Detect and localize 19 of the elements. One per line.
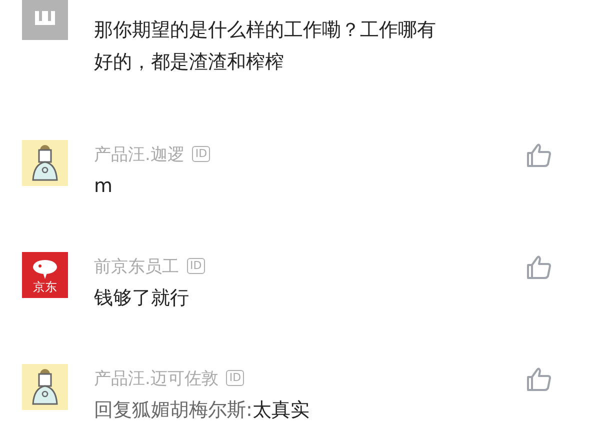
avatar[interactable] bbox=[22, 140, 68, 186]
comment-text: m bbox=[94, 174, 114, 199]
like-icon[interactable] bbox=[526, 254, 552, 280]
logo-text: 京东 bbox=[33, 280, 57, 292]
id-badge: ID bbox=[187, 258, 205, 274]
id-badge: ID bbox=[226, 370, 244, 386]
person-icon bbox=[30, 144, 60, 182]
user-name[interactable]: 产品汪.迈可佐敦 bbox=[94, 366, 218, 390]
comment-text: 钱够了就行 bbox=[94, 286, 190, 311]
like-icon[interactable] bbox=[526, 142, 552, 168]
like-icon[interactable] bbox=[526, 366, 552, 392]
user-name[interactable]: 产品汪.迦逻 bbox=[94, 142, 184, 166]
comment-text: 回复狐媚胡梅尔斯:太真实 bbox=[94, 398, 310, 423]
person-icon bbox=[30, 368, 60, 406]
comment-text: 那你期望的是什么样的工作嘞？工作哪有好的，都是渣渣和榨榨 bbox=[94, 18, 437, 75]
avatar[interactable]: 京东 bbox=[22, 252, 68, 298]
id-badge: ID bbox=[192, 146, 210, 162]
user-name[interactable]: 前京东员工 bbox=[94, 254, 179, 278]
avatar[interactable] bbox=[22, 364, 68, 410]
